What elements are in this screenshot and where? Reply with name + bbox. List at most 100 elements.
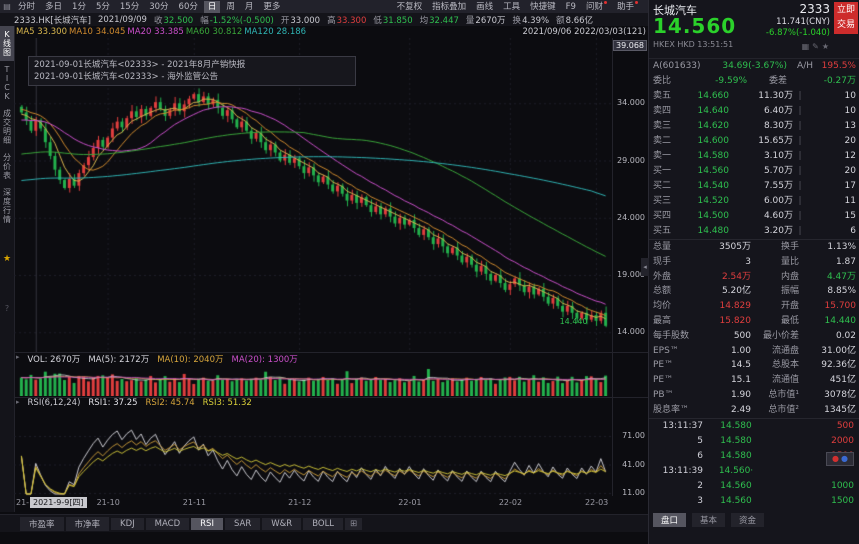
kline-chart[interactable]: 39.068 34.00029.00024.00019.00014.000 20… xyxy=(14,38,648,352)
rsi-label: RSI(6,12,24) xyxy=(28,398,81,408)
weibi-value: -9.59% xyxy=(683,74,747,89)
favorite-star-icon[interactable]: ★ xyxy=(0,254,14,264)
period-tab-日[interactable]: 日 xyxy=(204,1,221,13)
collapse-handle[interactable]: ◂ xyxy=(641,258,649,276)
period-tab-5分[interactable]: 5分 xyxy=(92,1,114,13)
low-price-marker: 14.440 xyxy=(560,317,588,326)
crosshair-date-label: 2021-9-9[四] xyxy=(30,497,87,508)
panel-tab-基本[interactable]: 基本 xyxy=(692,513,725,527)
toolbar-item-画线[interactable]: 画线 xyxy=(472,1,497,13)
book-row-卖五[interactable]: 卖五14.66011.30万|10 xyxy=(649,89,859,104)
period-tab-月[interactable]: 月 xyxy=(241,1,258,13)
indicator-tab-MACD[interactable]: MACD xyxy=(146,518,189,530)
toolbar-item-问财[interactable]: 问财 xyxy=(582,1,611,13)
sidebar-tab-成交明细[interactable]: 成交明细 xyxy=(0,105,14,149)
menu-icon[interactable]: ▤ xyxy=(0,2,14,11)
sidebar-tab-深度行情[interactable]: 深度行情 xyxy=(0,184,14,228)
weibi-row: 委比 -9.59% 委差 -0.27万 xyxy=(649,74,859,89)
period-tab-更多[interactable]: 更多 xyxy=(259,1,284,13)
sidebar-tab-分价表[interactable]: 分价表 xyxy=(0,149,14,184)
weicha-label: 委差 xyxy=(747,74,787,89)
indicator-tab-RSI[interactable]: RSI xyxy=(191,518,223,530)
trade-tick-row[interactable]: 314.5601500 xyxy=(649,494,859,509)
a-share-row[interactable]: A(601633) 34.69(-3.67%) A/H 195.5% xyxy=(649,58,859,74)
volume-header: ▸VOL: 2670万MA(5): 2172万MA(10): 2040万MA(2… xyxy=(16,353,298,365)
rsi-canvas[interactable] xyxy=(14,410,613,496)
period-tab-周[interactable]: 周 xyxy=(222,1,239,13)
red-dot-icon[interactable]: ● xyxy=(832,454,839,463)
toolbar-item-工具[interactable]: 工具 xyxy=(499,1,524,13)
trade-tick-row[interactable]: 514.5802000 xyxy=(649,434,859,449)
period-tab-15分[interactable]: 15分 xyxy=(116,1,143,13)
a-share-price: 34.69(-3.67%) xyxy=(713,59,787,74)
stat-row: 总量3505万换手1.13% xyxy=(649,240,859,255)
panel-tab-资金[interactable]: 资金 xyxy=(731,513,764,527)
sidebar-tab-TICK[interactable]: TICK xyxy=(0,61,14,105)
chart-icon[interactable]: ▦ xyxy=(802,42,813,51)
pane-fold-icon: ▸ xyxy=(16,398,20,408)
stat-row: PE™15.1流通值451亿 xyxy=(649,373,859,388)
stat-row: 总额5.20亿振幅8.85% xyxy=(649,284,859,299)
edit-icon[interactable]: ✎ xyxy=(812,42,822,51)
toolbar-item-指标叠加[interactable]: 指标叠加 xyxy=(428,1,470,13)
floating-icons[interactable]: ●● xyxy=(826,452,854,466)
order-book: 卖五14.66011.30万|10卖四14.6406.40万|10卖三14.62… xyxy=(649,89,859,239)
book-row-买五[interactable]: 买五14.4803.20万|6 xyxy=(649,224,859,239)
period-tab-60分[interactable]: 60分 xyxy=(175,1,202,13)
volume-pane[interactable]: ▸VOL: 2670万MA(5): 2172万MA(10): 2040万MA(2… xyxy=(14,352,648,397)
book-row-卖一[interactable]: 卖一14.5803.10万|12 xyxy=(649,149,859,164)
quote-action-icons[interactable]: ▦✎★ xyxy=(802,42,832,51)
period-tab-分时[interactable]: 分时 xyxy=(14,1,39,13)
info-segment: 2021/09/09 xyxy=(98,15,147,25)
book-row-卖四[interactable]: 卖四14.6406.40万|10 xyxy=(649,104,859,119)
panel-tab-盘口[interactable]: 盘口 xyxy=(653,513,686,527)
trade-tick-row[interactable]: 13:11:3714.580500 xyxy=(649,419,859,434)
weicha-value: -0.27万 xyxy=(787,74,856,89)
pane-fold-icon: ▸ xyxy=(16,353,20,365)
toolbar-item-快捷键[interactable]: 快捷键 xyxy=(526,1,560,13)
indicator-tab-KDJ[interactable]: KDJ xyxy=(111,518,144,530)
book-row-买四[interactable]: 买四14.5004.60万|15 xyxy=(649,209,859,224)
grid-icon[interactable]: ⊞ xyxy=(345,518,362,530)
info-segment: 额8.66亿 xyxy=(556,14,593,26)
indicator-tab-W&R[interactable]: W&R xyxy=(262,518,301,530)
book-row-买二[interactable]: 买二14.5407.55万|17 xyxy=(649,179,859,194)
panel-tabs: 盘口基本资金 xyxy=(649,509,859,527)
stock-info-bar: 2333.HK[长城汽车]2021/09/09收32.500幅-1.52%(-0… xyxy=(0,13,662,26)
x-label-21-12: 21-12 xyxy=(288,498,311,507)
date-range-label: 2021/09/06 2022/03/03(121) xyxy=(522,27,648,37)
volume-canvas[interactable] xyxy=(14,366,613,396)
book-row-买一[interactable]: 买一14.5605.70万|20 xyxy=(649,164,859,179)
indicator-tab-SAR[interactable]: SAR xyxy=(225,518,260,530)
period-tab-多日[interactable]: 多日 xyxy=(41,1,66,13)
info-segment: 均32.447 xyxy=(420,14,459,26)
book-row-卖三[interactable]: 卖三14.6208.30万|13 xyxy=(649,119,859,134)
info-segment: 收32.500 xyxy=(154,14,193,26)
book-row-卖二[interactable]: 卖二14.60015.65万|20 xyxy=(649,134,859,149)
trade-tick-row[interactable]: 214.5601000 xyxy=(649,479,859,494)
stat-row: PE™14.5总股本92.36亿 xyxy=(649,358,859,373)
toolbar-item-助手[interactable]: 助手 xyxy=(613,1,642,13)
blue-dot-icon[interactable]: ● xyxy=(841,454,848,463)
rsi-pane[interactable]: ▸RSI(6,12,24)RSI1: 37.25RSI2: 45.74RSI3:… xyxy=(14,397,648,496)
indicator-tab-市净率[interactable]: 市净率 xyxy=(66,517,110,531)
help-icon[interactable]: ? xyxy=(0,304,14,313)
stock-code: 2333 xyxy=(799,2,830,16)
trade-now-button[interactable]: 立即交易 xyxy=(834,2,858,34)
app-window: ▤ 分时多日1分5分15分30分60分日周月更多 不复权指标叠加画线工具快捷键F… xyxy=(0,0,859,544)
book-row-买三[interactable]: 买三14.5206.00万|11 xyxy=(649,194,859,209)
rsi-RSI1: RSI1: 37.25 xyxy=(88,398,137,408)
price-axis-max: 39.068 xyxy=(613,40,647,51)
toolbar-item-F9[interactable]: F9 xyxy=(562,1,580,13)
ma-value-MA5: MA5 33.300 xyxy=(16,27,67,37)
indicator-tab-市盈率[interactable]: 市盈率 xyxy=(20,517,64,531)
indicator-tab-BOLL[interactable]: BOLL xyxy=(303,518,343,530)
price-axis: 39.068 34.00029.00024.00019.00014.000 xyxy=(612,38,648,352)
favorite-star-icon[interactable]: ★ xyxy=(822,42,832,51)
period-tab-1分[interactable]: 1分 xyxy=(68,1,90,13)
toolbar-item-不复权[interactable]: 不复权 xyxy=(393,1,427,13)
x-label-22-03: 22-03 xyxy=(585,498,608,507)
sidebar-tab-K线图[interactable]: K线图 xyxy=(0,26,14,61)
stat-row: 股息率™2.49总市值²1345亿 xyxy=(649,403,859,418)
period-tab-30分[interactable]: 30分 xyxy=(145,1,172,13)
